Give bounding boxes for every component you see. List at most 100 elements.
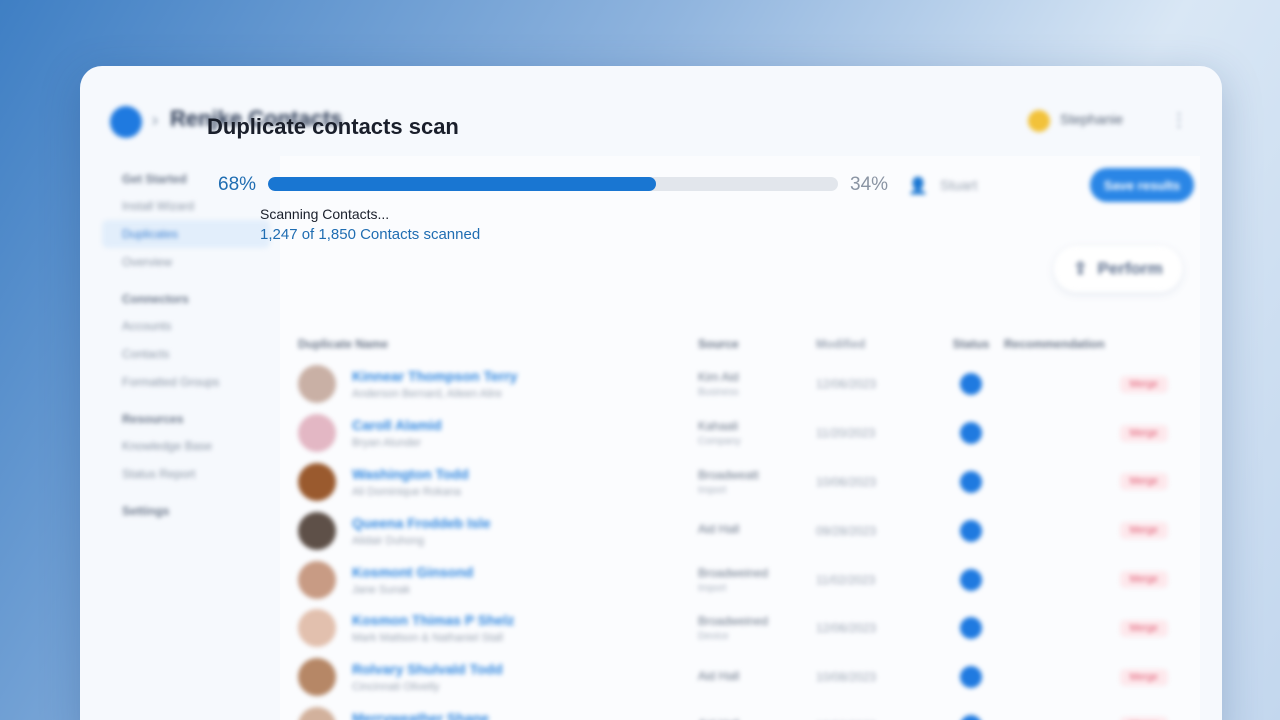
contact-name[interactable]: Kosmon Thimas P Shelz [352, 612, 514, 628]
sidebar-group-label[interactable]: Settings [102, 498, 270, 524]
header-modified[interactable]: Modified [816, 337, 938, 351]
contact-cell: Kosmont Ginsond Jane Sunak [286, 560, 698, 599]
status-check-icon[interactable] [960, 373, 982, 396]
sidebar-item-duplicates[interactable]: Duplicates [102, 220, 270, 248]
sidebar-item-overview[interactable]: Overview [102, 248, 270, 276]
contact-cell: Washington Todd Ali Dominique Rokana [286, 462, 698, 501]
table-row[interactable]: Kinnear Thompson Terry Anderson Bernard, … [286, 360, 1190, 409]
table-row[interactable]: Kosmont Ginsond Jane Sunak Broadweined Impo… [286, 555, 1190, 604]
merge-badge[interactable]: Merge [1119, 668, 1168, 686]
status-cell [938, 666, 1004, 689]
primary-action-button[interactable]: Save results [1090, 168, 1194, 202]
header-name[interactable]: Duplicate Name [286, 337, 698, 351]
sidebar-item-contacts[interactable]: Contacts [102, 340, 270, 368]
source-sublabel: Import [698, 582, 727, 594]
source-label: Broadweatt [698, 467, 759, 482]
breadcrumb-separator: › [152, 110, 158, 130]
table-row[interactable]: Rolvary Shulvald Todd Cincinnati Olivetly… [286, 653, 1190, 702]
header-user-label[interactable]: Stuart [940, 177, 977, 193]
avatar [298, 414, 336, 453]
source-cell: Aid Hall [698, 669, 816, 686]
merge-badge[interactable]: Merge [1119, 424, 1168, 442]
header-recommendation[interactable]: Recommendation [1004, 337, 1190, 351]
recommendation-cell: Merge [1004, 424, 1190, 442]
recommendation-cell: Merge [1004, 668, 1190, 686]
progress-bar [268, 177, 838, 191]
sidebar-item-formatted-groups[interactable]: Formatted Groups [102, 368, 270, 396]
contact-name[interactable]: Kosmont Ginsond [352, 564, 473, 580]
table-header: Duplicate Name Source Modified Status Re… [286, 328, 1190, 360]
merge-badge[interactable]: Merge [1119, 375, 1168, 393]
status-check-icon[interactable] [960, 568, 982, 591]
sidebar-item-install-wizard[interactable]: Install Wizard [102, 192, 270, 220]
user-avatar[interactable] [1028, 110, 1050, 132]
table-row[interactable]: Washington Todd Ali Dominique Rokana Broad… [286, 458, 1190, 507]
sidebar-item-accounts[interactable]: Accounts [102, 312, 270, 340]
avatar [298, 560, 336, 599]
contact-subtitle: Mark Mattson & Nathaniel Stall [352, 632, 504, 645]
sidebar-item-knowledge-base[interactable]: Knowledge Base [102, 432, 270, 460]
contact-cell: Kosmon Thimas P Shelz Mark Mattson & Nath… [286, 609, 698, 648]
source-label: Kahaali [698, 419, 739, 434]
contact-cell: Rolvary Shulvald Todd Cincinnati Olivetly [286, 658, 698, 697]
app-logo-icon[interactable] [110, 106, 142, 138]
status-cell [938, 422, 1004, 445]
merge-badge[interactable]: Merge [1119, 522, 1168, 540]
status-check-icon[interactable] [960, 470, 982, 493]
contact-name[interactable]: Kinnear Thompson Terry [352, 368, 517, 384]
contact-name[interactable]: Queena Froddeb Isle [352, 515, 490, 531]
modified-date: 11/20/2023 [816, 426, 876, 441]
contact-name[interactable]: Rolvary Shulvald Todd [352, 661, 503, 677]
contact-name[interactable]: Caroll Alamid [352, 417, 442, 433]
merge-badge[interactable]: Merge [1119, 473, 1168, 491]
source-label: Aid Hall [698, 668, 740, 683]
source-label: Broadweined [698, 614, 769, 629]
avatar [298, 658, 336, 697]
recommendation-cell: Merge [1004, 522, 1190, 540]
contact-name[interactable]: Merryweather Shane [352, 710, 489, 720]
contact-subtitle: Anderson Bernard, Aileen Alire [352, 388, 502, 401]
sidebar: Get Started Install Wizard Duplicates Ov… [102, 156, 270, 720]
source-cell: Kahaali Company [698, 419, 816, 447]
merge-badge[interactable]: Merge [1119, 619, 1168, 637]
modified-date: 12/06/2023 [816, 621, 877, 636]
merge-badge[interactable]: Merge [1119, 571, 1168, 589]
status-check-icon[interactable] [960, 422, 982, 445]
sidebar-item-status-report[interactable]: Status Report [102, 460, 270, 488]
header-source[interactable]: Source [698, 337, 816, 351]
user-icon[interactable]: 👤 [908, 176, 928, 196]
status-check-icon[interactable] [960, 714, 982, 720]
table-row[interactable]: Merryweather ShaneContactAid Hall10/02/2… [286, 702, 1190, 720]
scan-count: 1,247 of 1,850 Contacts scanned [260, 226, 481, 243]
perform-button[interactable]: ⇪ Perform [1054, 246, 1182, 292]
avatar [298, 462, 336, 501]
more-vertical-icon[interactable]: ⋮ [1170, 110, 1188, 131]
status-check-icon[interactable] [960, 666, 982, 689]
contact-subtitle: Cincinnati Olivetly [352, 681, 440, 694]
progress-remaining-label: 34% [850, 174, 889, 195]
contact-cell: Queena Froddeb Isle Alidair Duhong [286, 511, 698, 550]
modified-date: 10/06/2023 [816, 474, 877, 489]
contact-cell: Caroll Alamid Bryan Alunder [286, 414, 698, 453]
table-body: Kinnear Thompson Terry Anderson Bernard, … [286, 360, 1190, 720]
status-check-icon[interactable] [960, 519, 982, 542]
source-sublabel: Company [698, 436, 741, 448]
source-cell: Kim Aid Business [698, 370, 816, 398]
recommendation-cell: Merge [1004, 375, 1190, 393]
contact-name[interactable]: Washington Todd [352, 466, 469, 482]
source-sublabel: Import [698, 484, 727, 496]
header-status[interactable]: Status [938, 337, 1004, 351]
table-row[interactable]: Queena Froddeb Isle Alidair Duhong Aid Hal… [286, 506, 1190, 555]
source-label: Broadweined [698, 565, 769, 580]
modified-date: 09/28/2023 [816, 523, 877, 538]
user-name[interactable]: Stephanie [1060, 111, 1123, 127]
status-cell [938, 714, 1004, 720]
source-cell: Broadweined Device [698, 614, 816, 642]
status-check-icon[interactable] [960, 617, 982, 640]
avatar [298, 511, 336, 550]
modified-date: 10/08/2023 [816, 670, 877, 685]
table-row[interactable]: Kosmon Thimas P Shelz Mark Mattson & Nath… [286, 604, 1190, 653]
source-sublabel: Business [698, 387, 739, 399]
sidebar-group-label: Connectors [122, 292, 189, 306]
table-row[interactable]: Caroll Alamid Bryan Alunder Kahaali Company… [286, 409, 1190, 458]
